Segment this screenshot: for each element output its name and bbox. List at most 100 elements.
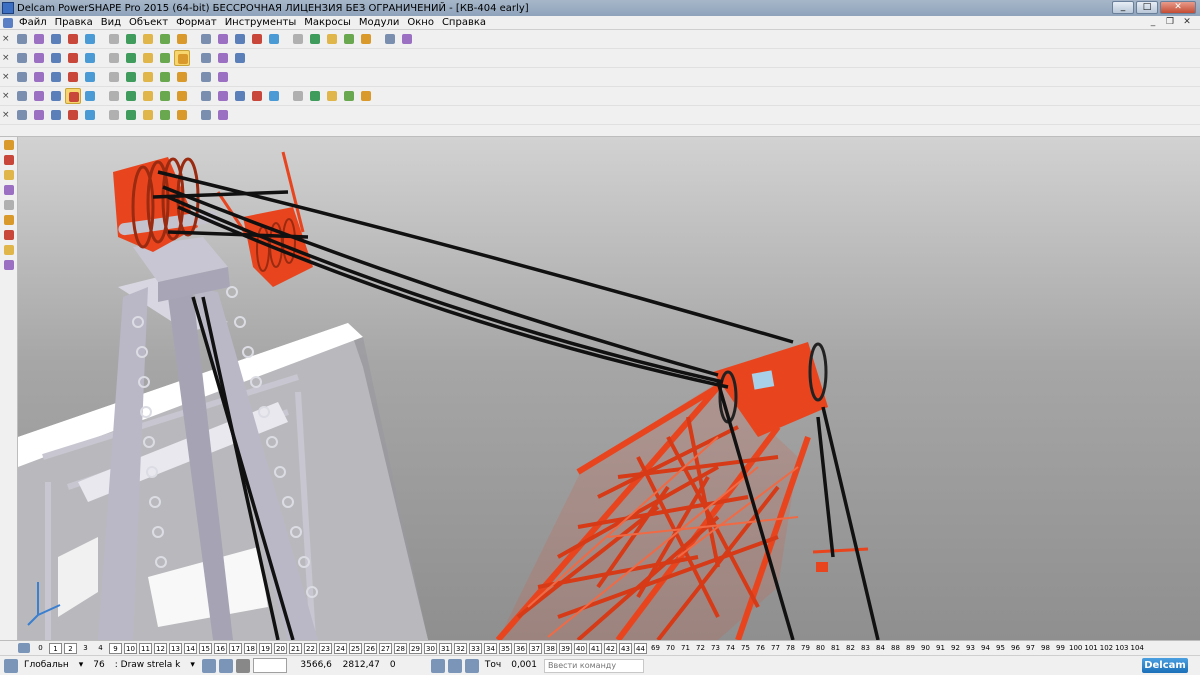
level-toggle-88[interactable]: 88 — [889, 643, 902, 654]
level-toggle-27[interactable]: 27 — [379, 642, 392, 654]
render-icon[interactable] — [106, 69, 122, 85]
level-toggle-94[interactable]: 94 — [979, 643, 992, 654]
tools-icon[interactable] — [399, 31, 415, 47]
copy-icon[interactable] — [123, 31, 139, 47]
line-icon[interactable] — [290, 31, 306, 47]
cut-icon[interactable] — [106, 31, 122, 47]
assembly-icon[interactable] — [382, 31, 398, 47]
level-toggle-31[interactable]: 31 — [439, 642, 452, 654]
levels-icon[interactable] — [18, 643, 30, 653]
level-toggle-15[interactable]: 15 — [199, 642, 212, 654]
select-icon[interactable] — [232, 31, 248, 47]
redo-icon[interactable] — [198, 31, 214, 47]
split-icon[interactable] — [198, 107, 214, 123]
lock-icon[interactable] — [290, 88, 306, 104]
toolbar-close-icon[interactable]: × — [2, 53, 12, 63]
view-iso-icon[interactable] — [14, 50, 30, 66]
zoom-out-icon[interactable] — [140, 50, 156, 66]
level-toggle-97[interactable]: 97 — [1024, 643, 1037, 654]
view-front-icon[interactable] — [48, 50, 64, 66]
level-toggle-1[interactable]: 1 — [49, 642, 62, 654]
level-toggle-71[interactable]: 71 — [679, 643, 692, 654]
show-icon[interactable] — [341, 88, 357, 104]
level-toggle-92[interactable]: 92 — [949, 643, 962, 654]
ungroup-icon[interactable] — [106, 88, 122, 104]
level-toggle-25[interactable]: 25 — [349, 642, 362, 654]
level-toggle-38[interactable]: 38 — [544, 642, 557, 654]
unlock-icon[interactable] — [307, 88, 323, 104]
grid-select-icon[interactable] — [2, 153, 16, 167]
chevron-down-icon[interactable]: ▾ — [76, 658, 87, 673]
level-toggle-41[interactable]: 41 — [589, 642, 602, 654]
revolve-icon[interactable] — [65, 107, 81, 123]
mdi-minimize-button[interactable]: _ — [1146, 17, 1160, 28]
pattern-icon[interactable] — [215, 107, 231, 123]
chamfer-icon[interactable] — [140, 107, 156, 123]
shell-icon[interactable] — [157, 107, 173, 123]
toolbar-close-icon[interactable]: × — [2, 91, 12, 101]
tolerance-icon[interactable] — [464, 658, 479, 673]
level-toggle-89[interactable]: 89 — [904, 643, 917, 654]
quick-select-icon[interactable] — [65, 88, 81, 104]
menu-help[interactable]: Справка — [438, 17, 490, 28]
menu-window[interactable]: Окно — [403, 17, 438, 28]
menu-view[interactable]: Вид — [97, 17, 125, 28]
level-toggle-16[interactable]: 16 — [214, 642, 227, 654]
tolerance-value[interactable]: 0,001 — [508, 658, 540, 673]
dynamic-icon[interactable] — [232, 50, 248, 66]
copy-move-icon[interactable] — [157, 88, 173, 104]
workplane-select[interactable]: Глобальн — [21, 658, 72, 673]
select-all-icon[interactable] — [14, 88, 30, 104]
level-toggle-32[interactable]: 32 — [454, 642, 467, 654]
level-toggle-80[interactable]: 80 — [814, 643, 827, 654]
level-toggle-102[interactable]: 102 — [1100, 643, 1113, 654]
scale-icon[interactable] — [215, 88, 231, 104]
view-top-icon[interactable] — [31, 50, 47, 66]
spring-icon[interactable] — [2, 258, 16, 272]
view-right-icon[interactable] — [65, 50, 81, 66]
level-name-select[interactable]: : Draw strela k — [112, 658, 184, 673]
level-toggle-99[interactable]: 99 — [1054, 643, 1067, 654]
level-toggle-91[interactable]: 91 — [934, 643, 947, 654]
menu-edit[interactable]: Правка — [51, 17, 97, 28]
toolbar-close-icon[interactable]: × — [2, 34, 12, 44]
texture-icon[interactable] — [123, 69, 139, 85]
level-toggle-2[interactable]: 2 — [64, 642, 77, 654]
solid-icon[interactable] — [358, 31, 374, 47]
light-icon[interactable] — [215, 50, 231, 66]
level-toggle-83[interactable]: 83 — [859, 643, 872, 654]
delete-icon[interactable] — [157, 31, 173, 47]
grid-icon[interactable] — [235, 658, 250, 673]
level-toggle-11[interactable]: 11 — [139, 642, 152, 654]
feature-icon[interactable] — [31, 107, 47, 123]
print-icon[interactable] — [82, 31, 98, 47]
undo-icon[interactable] — [174, 31, 190, 47]
mirror-icon[interactable] — [198, 88, 214, 104]
symbol-icon[interactable] — [215, 69, 231, 85]
erase-icon[interactable] — [215, 31, 231, 47]
box-icon[interactable] — [2, 183, 16, 197]
material-icon[interactable] — [82, 69, 98, 85]
sweep-icon[interactable] — [82, 107, 98, 123]
analyze-icon[interactable] — [140, 69, 156, 85]
chevron-down-icon[interactable]: ▾ — [187, 658, 198, 673]
mdi-close-button[interactable]: ✕ — [1180, 17, 1194, 28]
transform-icon[interactable] — [123, 88, 139, 104]
level-toggle-74[interactable]: 74 — [724, 643, 737, 654]
level-toggle-29[interactable]: 29 — [409, 642, 422, 654]
move-icon[interactable] — [140, 88, 156, 104]
level-toggle-73[interactable]: 73 — [709, 643, 722, 654]
section-icon[interactable] — [174, 69, 190, 85]
level-toggle-84[interactable]: 84 — [874, 643, 887, 654]
level-toggle-100[interactable]: 100 — [1069, 643, 1082, 654]
shade-icon[interactable] — [174, 50, 190, 66]
level-toggle-14[interactable]: 14 — [184, 642, 197, 654]
level-toggle-19[interactable]: 19 — [259, 642, 272, 654]
maximize-button[interactable]: □ — [1136, 1, 1158, 14]
hide-icon[interactable] — [324, 88, 340, 104]
level-toggle-82[interactable]: 82 — [844, 643, 857, 654]
menu-file[interactable]: Файл — [15, 17, 51, 28]
level-toggle-79[interactable]: 79 — [799, 643, 812, 654]
command-input[interactable] — [543, 658, 644, 673]
level-toggle-72[interactable]: 72 — [694, 643, 707, 654]
